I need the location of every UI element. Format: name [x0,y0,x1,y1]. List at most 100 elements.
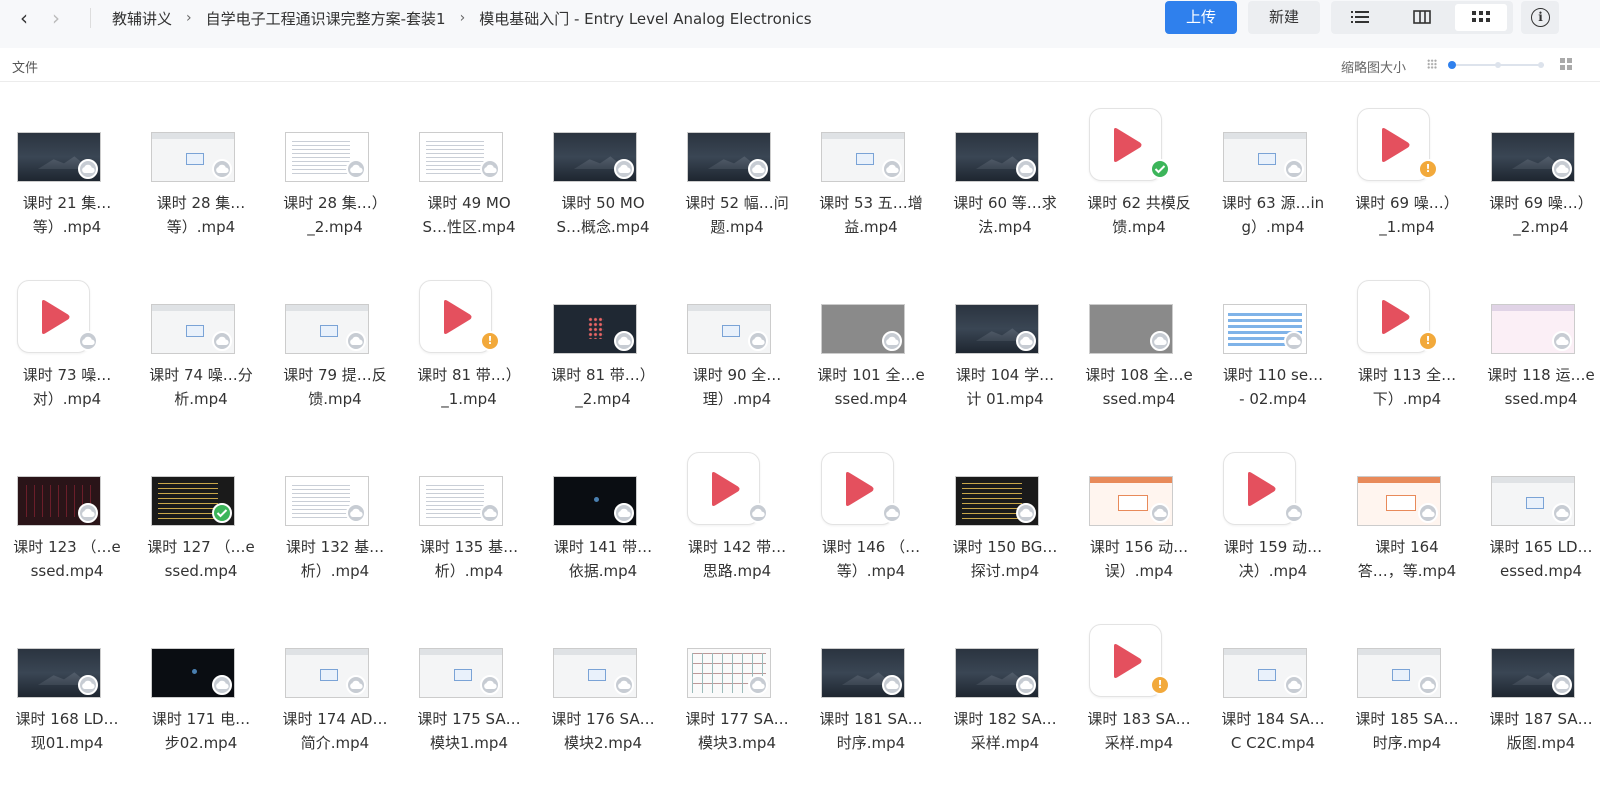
file-tile[interactable]: 课时 123 （…e ssed.mp4 [0,448,134,620]
file-tile[interactable]: 课时 60 等…求 法.mp4 [938,104,1072,276]
file-tile[interactable]: 课时 73 噪… 对）.mp4 [0,276,134,448]
file-name-line: ssed.mp4 [1504,390,1578,408]
file-tile[interactable]: 课时 150 BG… 探讨.mp4 [938,448,1072,620]
breadcrumb-item[interactable]: 教辅讲义 [112,8,172,29]
file-tile[interactable]: 课时 187 SA… 版图.mp4 [1474,620,1600,792]
file-tile[interactable]: ! 课时 81 带…） _1.mp4 [402,276,536,448]
breadcrumb-separator-icon: › [459,10,466,26]
file-name-label: 课时 185 SA… 时序.mp4 [1340,707,1474,755]
file-tile[interactable]: 课时 28 集… 等）.mp4 [134,104,268,276]
file-tile[interactable]: 课时 127 （…e ssed.mp4 [134,448,268,620]
file-name-line: 课时 164 [1375,538,1439,556]
cloud-icon [212,675,232,695]
file-name-line: 益.mp4 [844,218,898,236]
file-tile[interactable]: 课时 164 答…，等.mp4 [1340,448,1474,620]
file-tile[interactable]: 课时 181 SA… 时序.mp4 [804,620,938,792]
file-tile[interactable]: 课时 142 带… 思路.mp4 [670,448,804,620]
info-button[interactable]: i [1521,1,1559,34]
small-thumbnail-icon[interactable] [1427,59,1437,69]
file-tile[interactable]: 课时 182 SA… 采样.mp4 [938,620,1072,792]
file-name-line: 课时 181 SA… [819,710,923,728]
file-tile[interactable]: 课时 63 源…in g）.mp4 [1206,104,1340,276]
thumbnail-size-slider[interactable] [1448,61,1544,69]
file-tile[interactable]: 课时 146 （… 等）.mp4 [804,448,938,620]
file-tile[interactable]: 课时 53 五…增 益.mp4 [804,104,938,276]
slider-knob[interactable] [1448,61,1456,69]
file-name-line: 课时 187 SA… [1489,710,1593,728]
file-tile[interactable]: 课时 110 se… - 02.mp4 [1206,276,1340,448]
cloud-icon [480,675,500,695]
file-name-label: 课时 174 AD… 简介.mp4 [268,707,402,755]
warning-icon: ! [1150,675,1170,695]
file-name-label: 课时 165 LD… essed.mp4 [1474,535,1600,583]
file-name-line: 课时 62 共模反 [1087,194,1191,212]
upload-button[interactable]: 上传 [1165,1,1237,34]
column-view-button[interactable] [1396,4,1448,31]
file-tile[interactable]: ! 课时 113 全… 下）.mp4 [1340,276,1474,448]
breadcrumb-item[interactable]: 自学电子工程通识课完整方案-套装1 [206,8,446,29]
cloud-icon [212,159,232,179]
file-name-label: 课时 176 SA… 模块2.mp4 [536,707,670,755]
file-name-label: 课时 81 带…） _1.mp4 [402,363,536,411]
file-tile[interactable]: 课时 135 基… 析）.mp4 [402,448,536,620]
file-tile[interactable]: 课时 101 全…e ssed.mp4 [804,276,938,448]
file-tile[interactable]: 课时 81 带…） _2.mp4 [536,276,670,448]
file-name-line: 课时 184 SA… [1221,710,1325,728]
file-tile[interactable]: 课时 21 集… 等）.mp4 [0,104,134,276]
file-name-line: 课时 150 BG… [952,538,1058,556]
file-tile[interactable]: 课时 50 MO S…概念.mp4 [536,104,670,276]
file-tile[interactable]: 课时 118 运…e ssed.mp4 [1474,276,1600,448]
grid-view-button[interactable] [1455,4,1507,31]
file-tile[interactable]: 课时 177 SA… 模块3.mp4 [670,620,804,792]
file-tile[interactable]: 课时 171 电… 步02.mp4 [134,620,268,792]
file-tile[interactable]: 课时 176 SA… 模块2.mp4 [536,620,670,792]
back-button[interactable]: ‹ [13,6,35,30]
file-name-line: 课时 135 基… [419,538,519,556]
file-tile[interactable]: 课时 90 全… 理）.mp4 [670,276,804,448]
file-name-line: 课时 142 带… [687,538,787,556]
file-name-line: 课时 50 MO [561,194,645,212]
file-tile[interactable]: 课时 159 动… 决）.mp4 [1206,448,1340,620]
file-name-line: 决）.mp4 [1238,562,1308,580]
file-tile[interactable]: 课时 156 动… 误）.mp4 [1072,448,1206,620]
file-tile[interactable]: 课时 62 共模反 馈.mp4 [1072,104,1206,276]
file-tile[interactable]: ! 课时 69 噪…） _1.mp4 [1340,104,1474,276]
cloud-icon [614,675,634,695]
file-tile[interactable]: ! 课时 183 SA… 采样.mp4 [1072,620,1206,792]
file-tile[interactable]: 课时 185 SA… 时序.mp4 [1340,620,1474,792]
file-name-label: 课时 74 噪…分 析.mp4 [134,363,268,411]
file-tile[interactable]: 课时 49 MO S…性区.mp4 [402,104,536,276]
file-name-line: 课时 69 噪…） [1489,194,1593,212]
file-tile[interactable]: 课时 52 幅…问 题.mp4 [670,104,804,276]
forward-button[interactable]: › [45,6,67,30]
file-tile[interactable]: 课时 132 基… 析）.mp4 [268,448,402,620]
file-name-line: 馈.mp4 [308,390,362,408]
file-tile[interactable]: 课时 74 噪…分 析.mp4 [134,276,268,448]
list-view-button[interactable] [1334,4,1386,31]
cloud-icon [882,331,902,351]
file-name-line: essed.mp4 [1499,562,1583,580]
file-tile[interactable]: 课时 165 LD… essed.mp4 [1474,448,1600,620]
file-name-label: 课时 113 全… 下）.mp4 [1340,363,1474,411]
file-tile[interactable]: 课时 141 带… 依据.mp4 [536,448,670,620]
cloud-icon [346,159,366,179]
breadcrumb-current[interactable]: 模电基础入门 - Entry Level Analog Electronics [479,8,811,29]
file-name-line: 步02.mp4 [164,734,238,752]
new-button[interactable]: 新建 [1248,1,1320,34]
large-thumbnail-icon[interactable] [1560,58,1572,70]
file-name-line: 答…，等.mp4 [1357,562,1457,580]
warning-icon: ! [1418,159,1438,179]
file-name-line: 析）.mp4 [300,562,370,580]
file-tile[interactable]: 课时 69 噪…） _2.mp4 [1474,104,1600,276]
file-name-line: 课时 21 集… [22,194,112,212]
file-tile[interactable]: 课时 28 集…） _2.mp4 [268,104,402,276]
file-name-line: 课时 177 SA… [685,710,789,728]
file-tile[interactable]: 课时 108 全…e ssed.mp4 [1072,276,1206,448]
file-name-label: 课时 175 SA… 模块1.mp4 [402,707,536,755]
file-tile[interactable]: 课时 168 LD… 现01.mp4 [0,620,134,792]
file-tile[interactable]: 课时 175 SA… 模块1.mp4 [402,620,536,792]
file-tile[interactable]: 课时 104 学… 计 01.mp4 [938,276,1072,448]
file-tile[interactable]: 课时 184 SA… C C2C.mp4 [1206,620,1340,792]
file-tile[interactable]: 课时 174 AD… 简介.mp4 [268,620,402,792]
file-tile[interactable]: 课时 79 提…反 馈.mp4 [268,276,402,448]
